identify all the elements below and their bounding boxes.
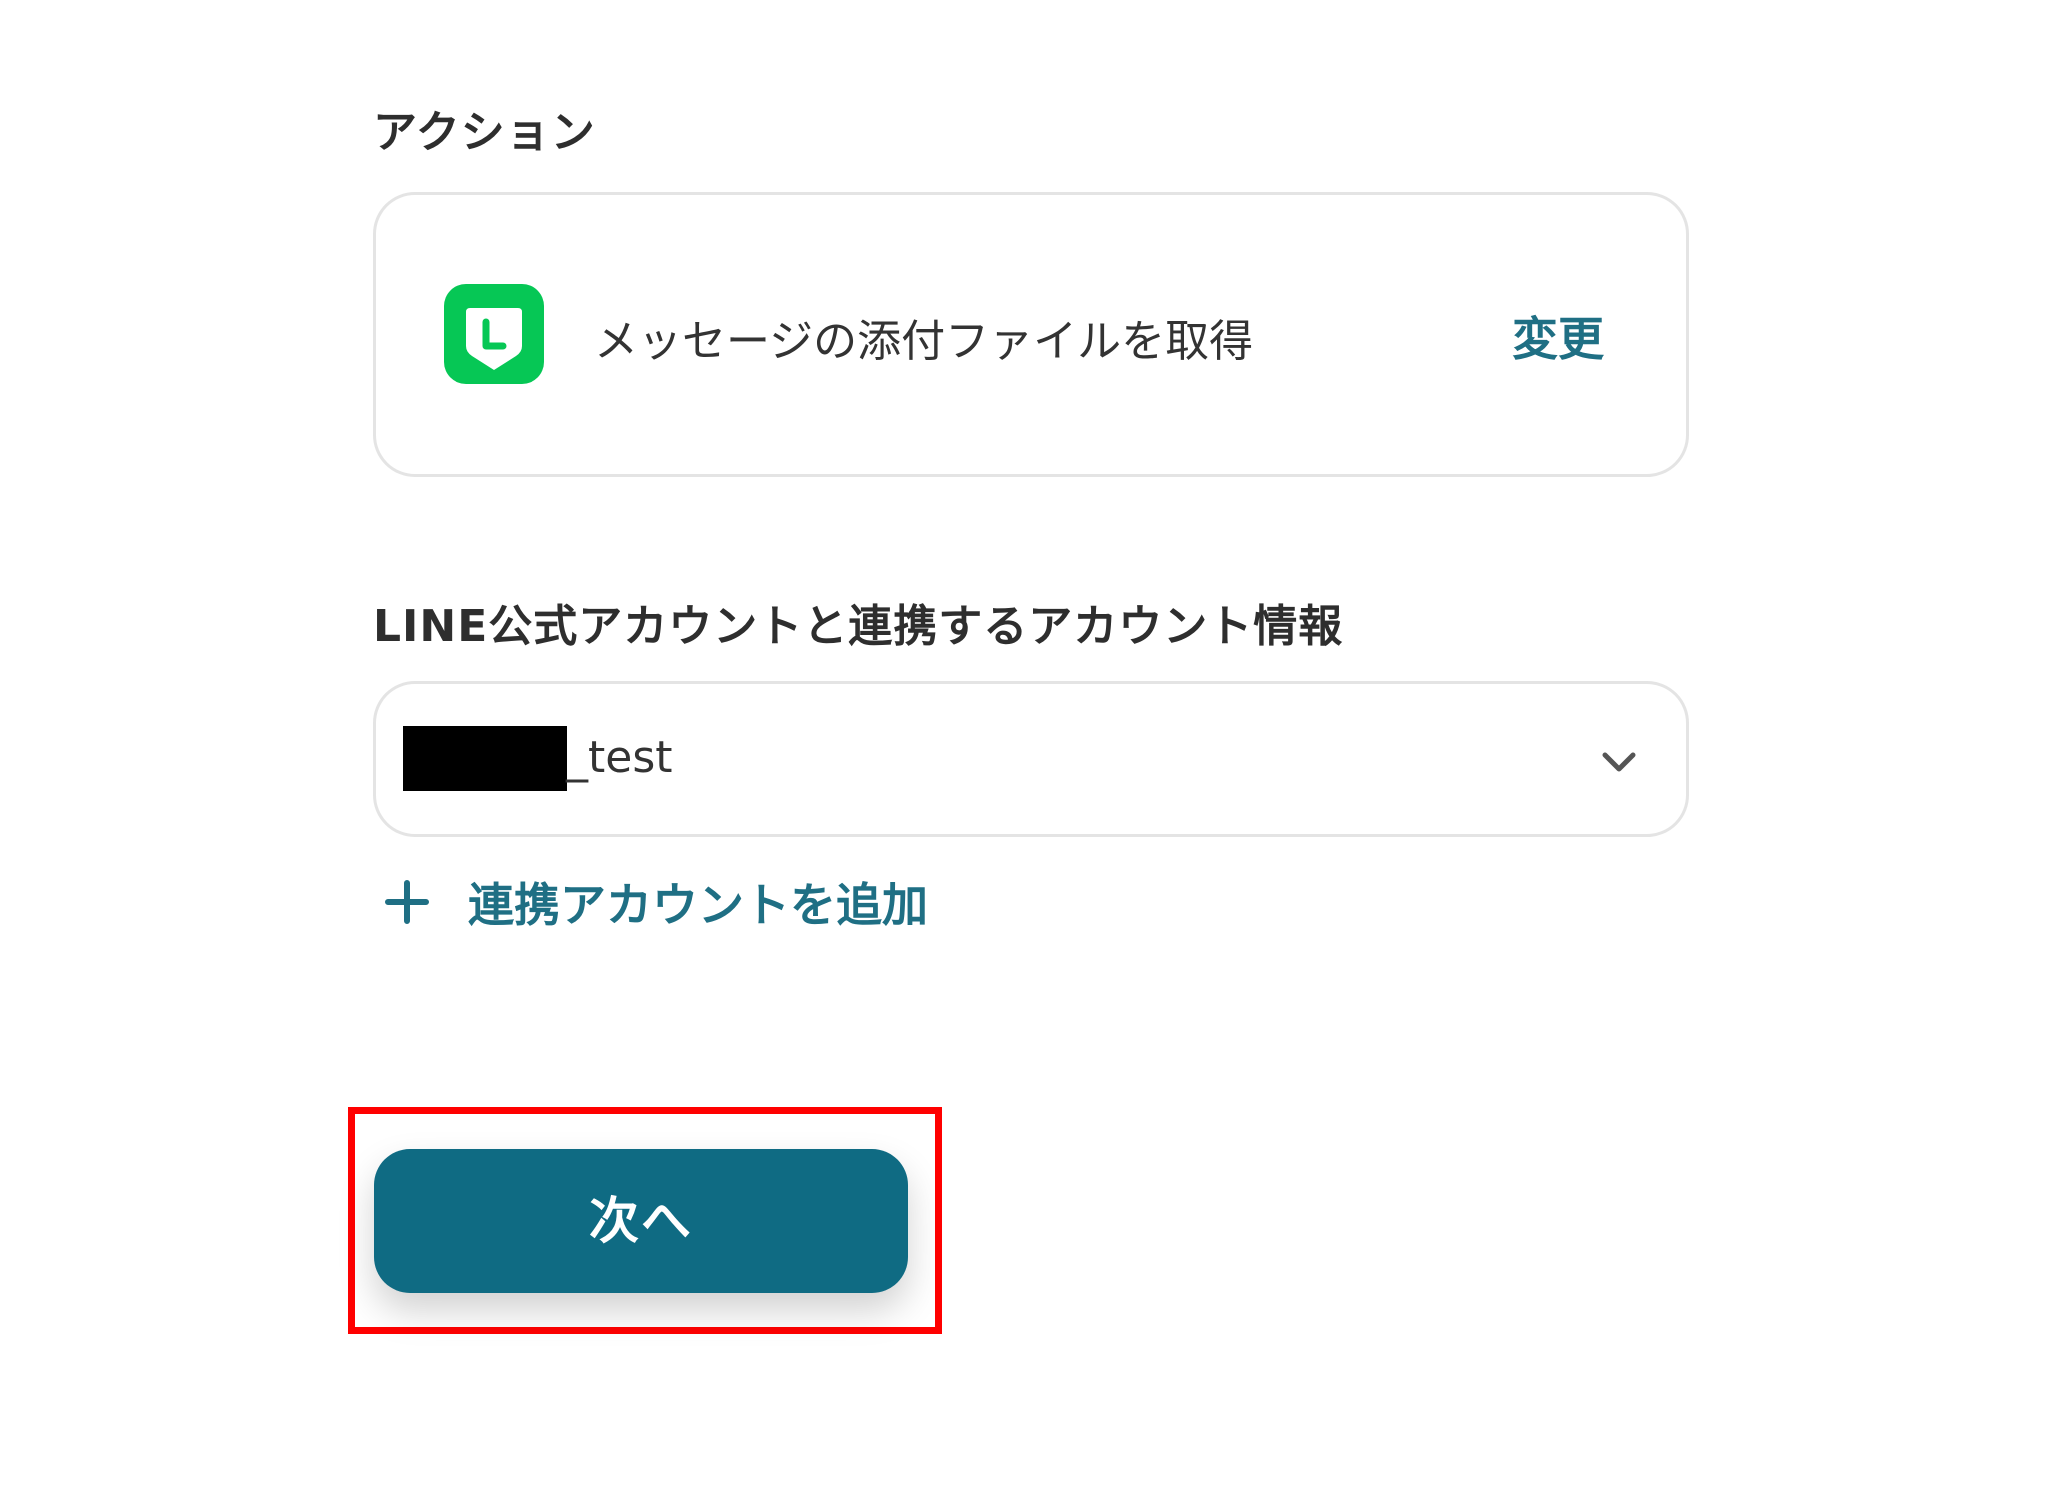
add-account-button[interactable]: 連携アカウントを追加 (384, 870, 928, 934)
chevron-down-icon[interactable] (1598, 746, 1640, 778)
action-section-label: アクション (373, 107, 596, 158)
next-button[interactable]: 次へ (374, 1149, 908, 1293)
page: アクション メッセージの添付ファイルを取得 変更 LINE公式アカウントと連携す… (0, 0, 2048, 1497)
account-select[interactable]: _test (373, 681, 1689, 837)
change-action-link[interactable]: 変更 (1512, 303, 1604, 369)
account-section-label: LINE公式アカウントと連携するアカウント情報 (373, 601, 1344, 652)
add-account-label: 連携アカウントを追加 (468, 878, 928, 932)
plus-icon (385, 880, 429, 924)
redacted-account-name (403, 726, 567, 791)
line-app-icon (444, 284, 544, 384)
account-select-value: _test (566, 732, 673, 783)
action-card: メッセージの添付ファイルを取得 変更 (373, 192, 1689, 477)
action-name: メッセージの添付ファイルを取得 (594, 316, 1254, 367)
